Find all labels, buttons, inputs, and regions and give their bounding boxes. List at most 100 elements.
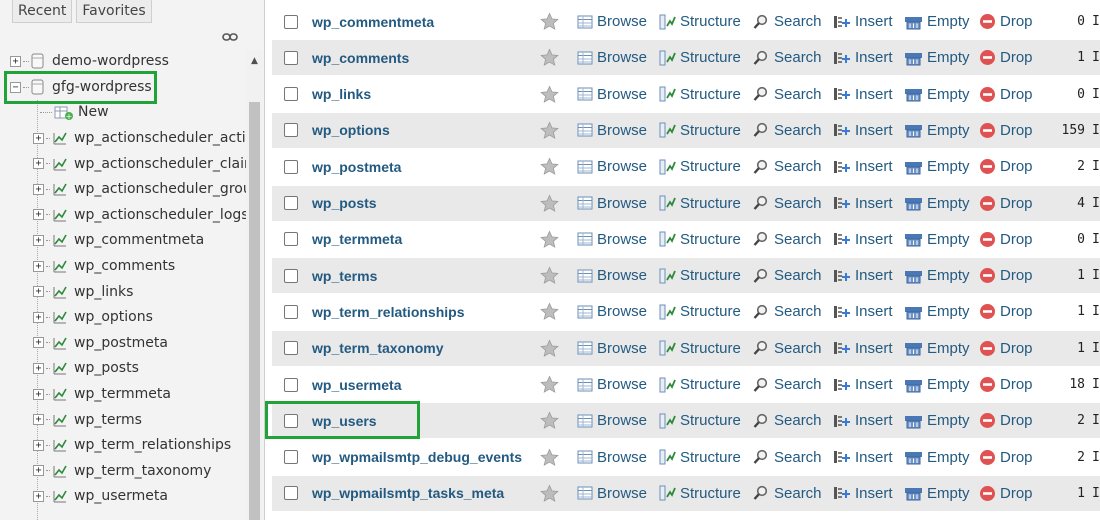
nav-table-item[interactable]: + wp_postmeta <box>33 331 168 355</box>
nav-table-item[interactable]: + wp_usermeta <box>33 484 168 508</box>
search-button[interactable]: Search <box>753 449 822 466</box>
nav-table-item[interactable]: + wp_actionscheduler_actio <box>33 126 254 150</box>
drop-button[interactable]: Drop <box>979 158 1033 175</box>
empty-button[interactable]: Empty <box>904 86 970 103</box>
empty-button[interactable]: Empty <box>904 122 970 139</box>
table-name-link[interactable]: wp_commentmeta <box>312 14 434 30</box>
favorite-star-icon[interactable] <box>540 121 559 140</box>
row-checkbox[interactable] <box>284 159 298 174</box>
expand-icon[interactable]: + <box>33 414 44 426</box>
drop-button[interactable]: Drop <box>979 449 1033 466</box>
insert-button[interactable]: Insert <box>833 122 893 139</box>
insert-button[interactable]: Insert <box>833 376 893 393</box>
favorite-star-icon[interactable] <box>540 12 559 31</box>
nav-table-item[interactable]: + wp_actionscheduler_logs <box>33 203 249 227</box>
insert-button[interactable]: Insert <box>833 158 893 175</box>
expand-icon[interactable]: + <box>33 362 44 374</box>
favorite-star-icon[interactable] <box>540 85 559 104</box>
recent-tab[interactable]: Recent <box>12 0 73 23</box>
favorite-star-icon[interactable] <box>540 266 559 285</box>
table-name-link[interactable]: wp_comments <box>312 50 409 66</box>
favorite-star-icon[interactable] <box>540 302 559 321</box>
insert-button[interactable]: Insert <box>833 195 893 212</box>
browse-button[interactable]: Browse <box>577 303 647 320</box>
tree-new-table[interactable]: + New <box>40 100 109 124</box>
expand-icon[interactable]: + <box>33 311 44 323</box>
row-checkbox[interactable] <box>284 341 298 356</box>
table-name-link[interactable]: wp_options <box>312 122 390 138</box>
drop-button[interactable]: Drop <box>979 303 1033 320</box>
expand-icon[interactable]: + <box>33 260 44 272</box>
search-button[interactable]: Search <box>753 195 822 212</box>
structure-button[interactable]: Structure <box>659 49 741 66</box>
row-checkbox[interactable] <box>284 377 298 392</box>
insert-button[interactable]: Insert <box>833 231 893 248</box>
structure-button[interactable]: Structure <box>659 86 741 103</box>
nav-table-item[interactable]: + wp_actionscheduler_claim <box>33 152 258 176</box>
nav-table-item[interactable]: + wp_term_taxonomy <box>33 459 211 483</box>
empty-button[interactable]: Empty <box>904 267 970 284</box>
search-button[interactable]: Search <box>753 13 822 30</box>
drop-button[interactable]: Drop <box>979 49 1033 66</box>
empty-button[interactable]: Empty <box>904 376 970 393</box>
row-checkbox[interactable] <box>284 486 298 501</box>
browse-button[interactable]: Browse <box>577 122 647 139</box>
expand-icon[interactable]: + <box>33 158 44 170</box>
drop-button[interactable]: Drop <box>979 122 1033 139</box>
search-button[interactable]: Search <box>753 49 822 66</box>
scroll-thumb[interactable] <box>249 102 260 520</box>
favorite-star-icon[interactable] <box>540 193 559 213</box>
structure-button[interactable]: Structure <box>659 412 741 429</box>
empty-button[interactable]: Empty <box>904 158 970 175</box>
row-checkbox[interactable] <box>284 50 298 65</box>
nav-table-item[interactable]: + wp_commentmeta <box>33 228 204 252</box>
structure-button[interactable]: Structure <box>659 122 741 139</box>
structure-button[interactable]: Structure <box>659 303 741 320</box>
expand-icon[interactable]: + <box>33 439 44 451</box>
structure-button[interactable]: Structure <box>659 340 741 357</box>
browse-button[interactable]: Browse <box>577 412 647 429</box>
expand-icon[interactable]: + <box>33 388 44 400</box>
nav-table-item[interactable]: + wp_comments <box>33 254 175 278</box>
search-button[interactable]: Search <box>753 412 822 429</box>
favorite-star-icon[interactable] <box>540 157 559 176</box>
empty-button[interactable]: Empty <box>904 231 970 248</box>
insert-button[interactable]: Insert <box>833 86 893 103</box>
browse-button[interactable]: Browse <box>577 195 647 212</box>
row-checkbox[interactable] <box>284 87 298 102</box>
empty-button[interactable]: Empty <box>904 412 970 429</box>
expand-icon[interactable]: + <box>33 337 44 349</box>
browse-button[interactable]: Browse <box>577 340 647 357</box>
browse-button[interactable]: Browse <box>577 13 647 30</box>
drop-button[interactable]: Drop <box>979 376 1033 393</box>
drop-button[interactable]: Drop <box>979 231 1033 248</box>
insert-button[interactable]: Insert <box>833 13 893 30</box>
link-icon[interactable] <box>222 31 238 43</box>
insert-button[interactable]: Insert <box>833 412 893 429</box>
insert-button[interactable]: Insert <box>833 449 893 466</box>
table-name-link[interactable]: wp_termmeta <box>312 231 402 247</box>
favorite-star-icon[interactable] <box>540 375 559 394</box>
browse-button[interactable]: Browse <box>577 158 647 175</box>
search-button[interactable]: Search <box>753 485 822 502</box>
structure-button[interactable]: Structure <box>659 449 741 466</box>
structure-button[interactable]: Structure <box>659 485 741 502</box>
empty-button[interactable]: Empty <box>904 485 970 502</box>
search-button[interactable]: Search <box>753 340 822 357</box>
insert-button[interactable]: Insert <box>833 340 893 357</box>
empty-button[interactable]: Empty <box>904 13 970 30</box>
drop-button[interactable]: Drop <box>979 13 1033 30</box>
table-name-link[interactable]: wp_term_taxonomy <box>312 340 443 356</box>
search-button[interactable]: Search <box>753 303 822 320</box>
nav-table-item[interactable]: + wp_term_relationships <box>33 433 231 457</box>
table-name-link[interactable]: wp_usermeta <box>312 377 401 393</box>
drop-button[interactable]: Drop <box>979 485 1033 502</box>
expand-icon[interactable]: + <box>33 234 44 246</box>
structure-button[interactable]: Structure <box>659 267 741 284</box>
drop-button[interactable]: Drop <box>979 267 1033 284</box>
structure-button[interactable]: Structure <box>659 13 741 30</box>
favorite-star-icon[interactable] <box>540 411 559 430</box>
table-name-link[interactable]: wp_terms <box>312 268 377 284</box>
table-name-link[interactable]: wp_posts <box>312 195 377 211</box>
table-name-link[interactable]: wp_wpmailsmtp_debug_events <box>312 449 522 465</box>
